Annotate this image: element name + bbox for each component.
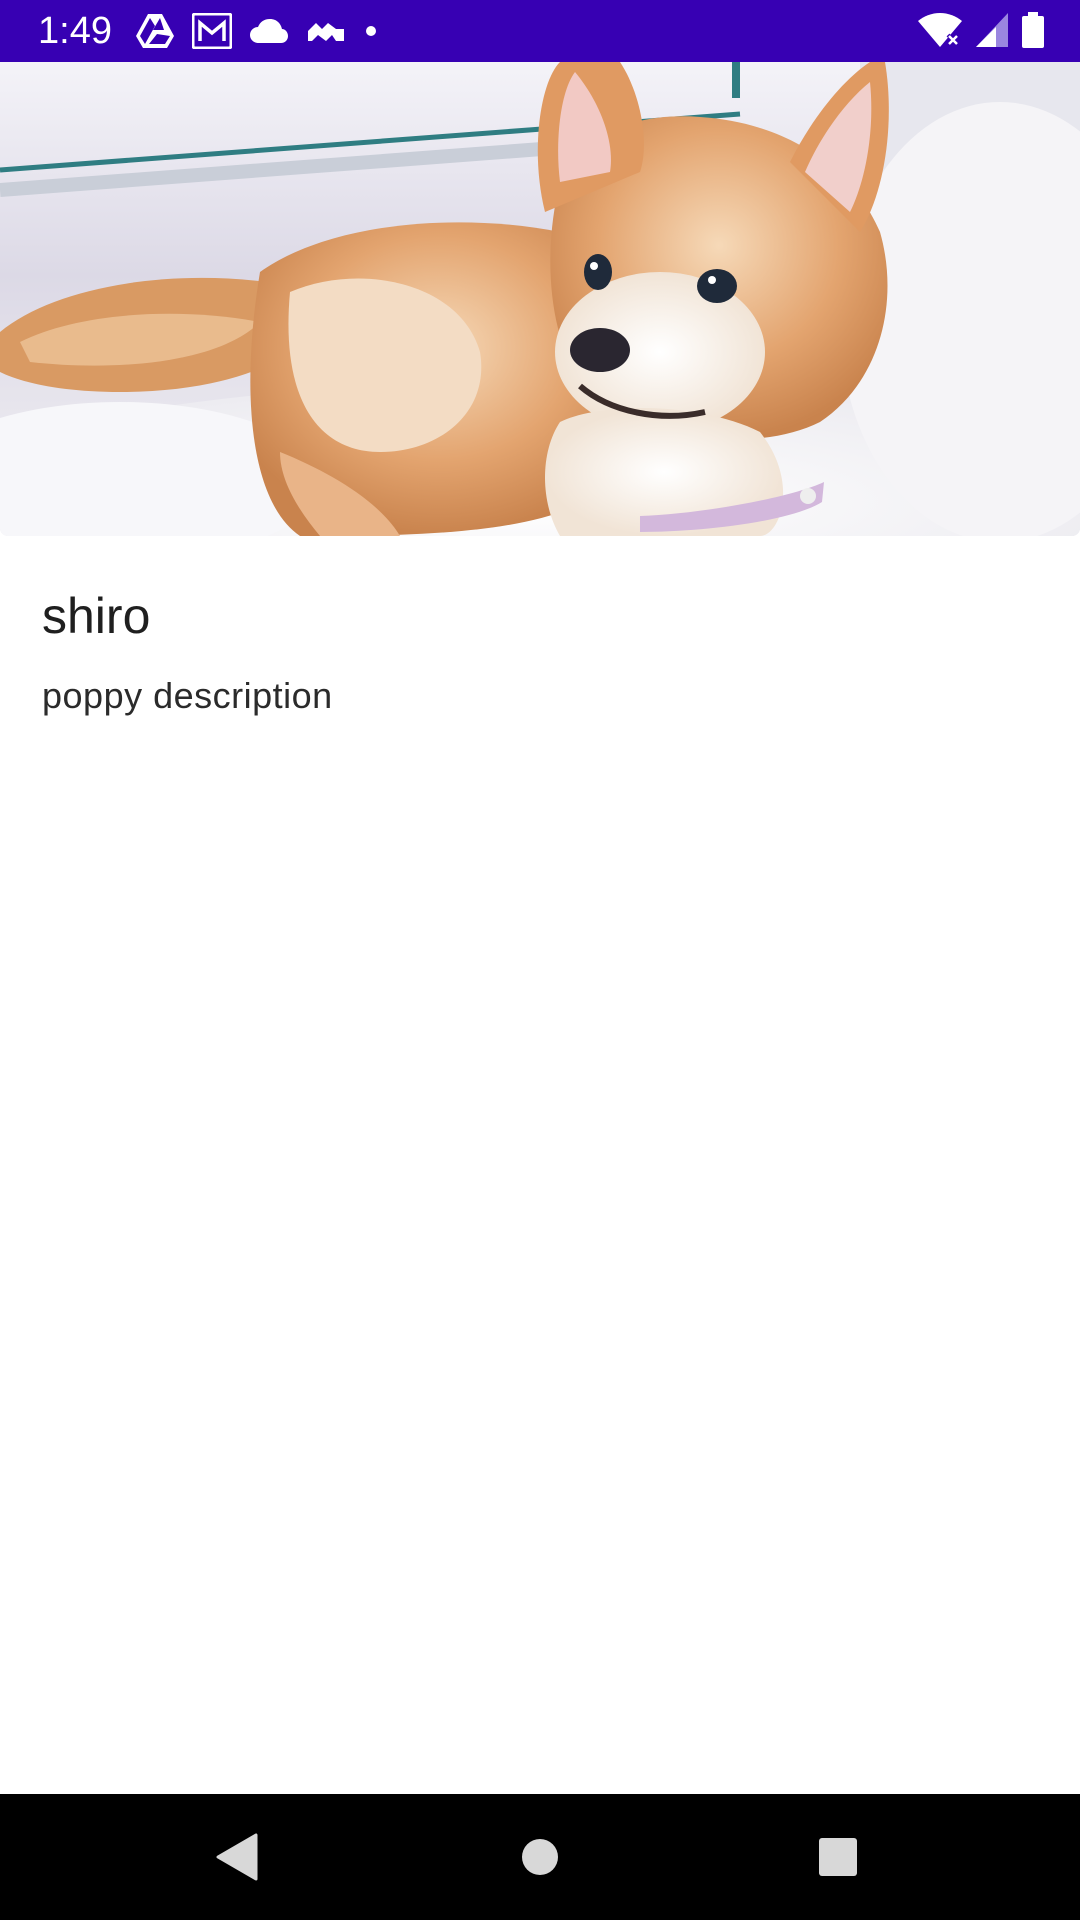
back-button[interactable]	[208, 1827, 268, 1887]
home-button[interactable]	[510, 1827, 570, 1887]
back-icon	[216, 1833, 260, 1881]
system-navigation-bar	[0, 1794, 1080, 1920]
cloud-sync-icon	[306, 19, 346, 43]
cloud-icon	[250, 19, 288, 43]
pet-description: poppy description	[42, 675, 333, 716]
wifi-icon	[918, 13, 962, 47]
gmail-icon	[192, 13, 232, 49]
drive-icon	[136, 14, 174, 48]
battery-icon	[1022, 12, 1044, 48]
hero-image	[0, 62, 1080, 536]
dog-photo	[0, 62, 1080, 536]
cell-signal-icon	[976, 13, 1008, 47]
pet-name-title: shiro	[42, 588, 151, 644]
app-screen: 1:49 shiro poppy description	[0, 0, 1080, 1920]
recents-button[interactable]	[808, 1827, 868, 1887]
status-notification-icons	[136, 12, 378, 50]
status-time: 1:49	[38, 10, 112, 52]
notification-dot-icon	[364, 24, 378, 38]
recents-icon	[818, 1837, 858, 1877]
status-bar: 1:49	[0, 0, 1080, 62]
status-system-icons	[918, 10, 1044, 50]
home-icon	[520, 1837, 560, 1877]
